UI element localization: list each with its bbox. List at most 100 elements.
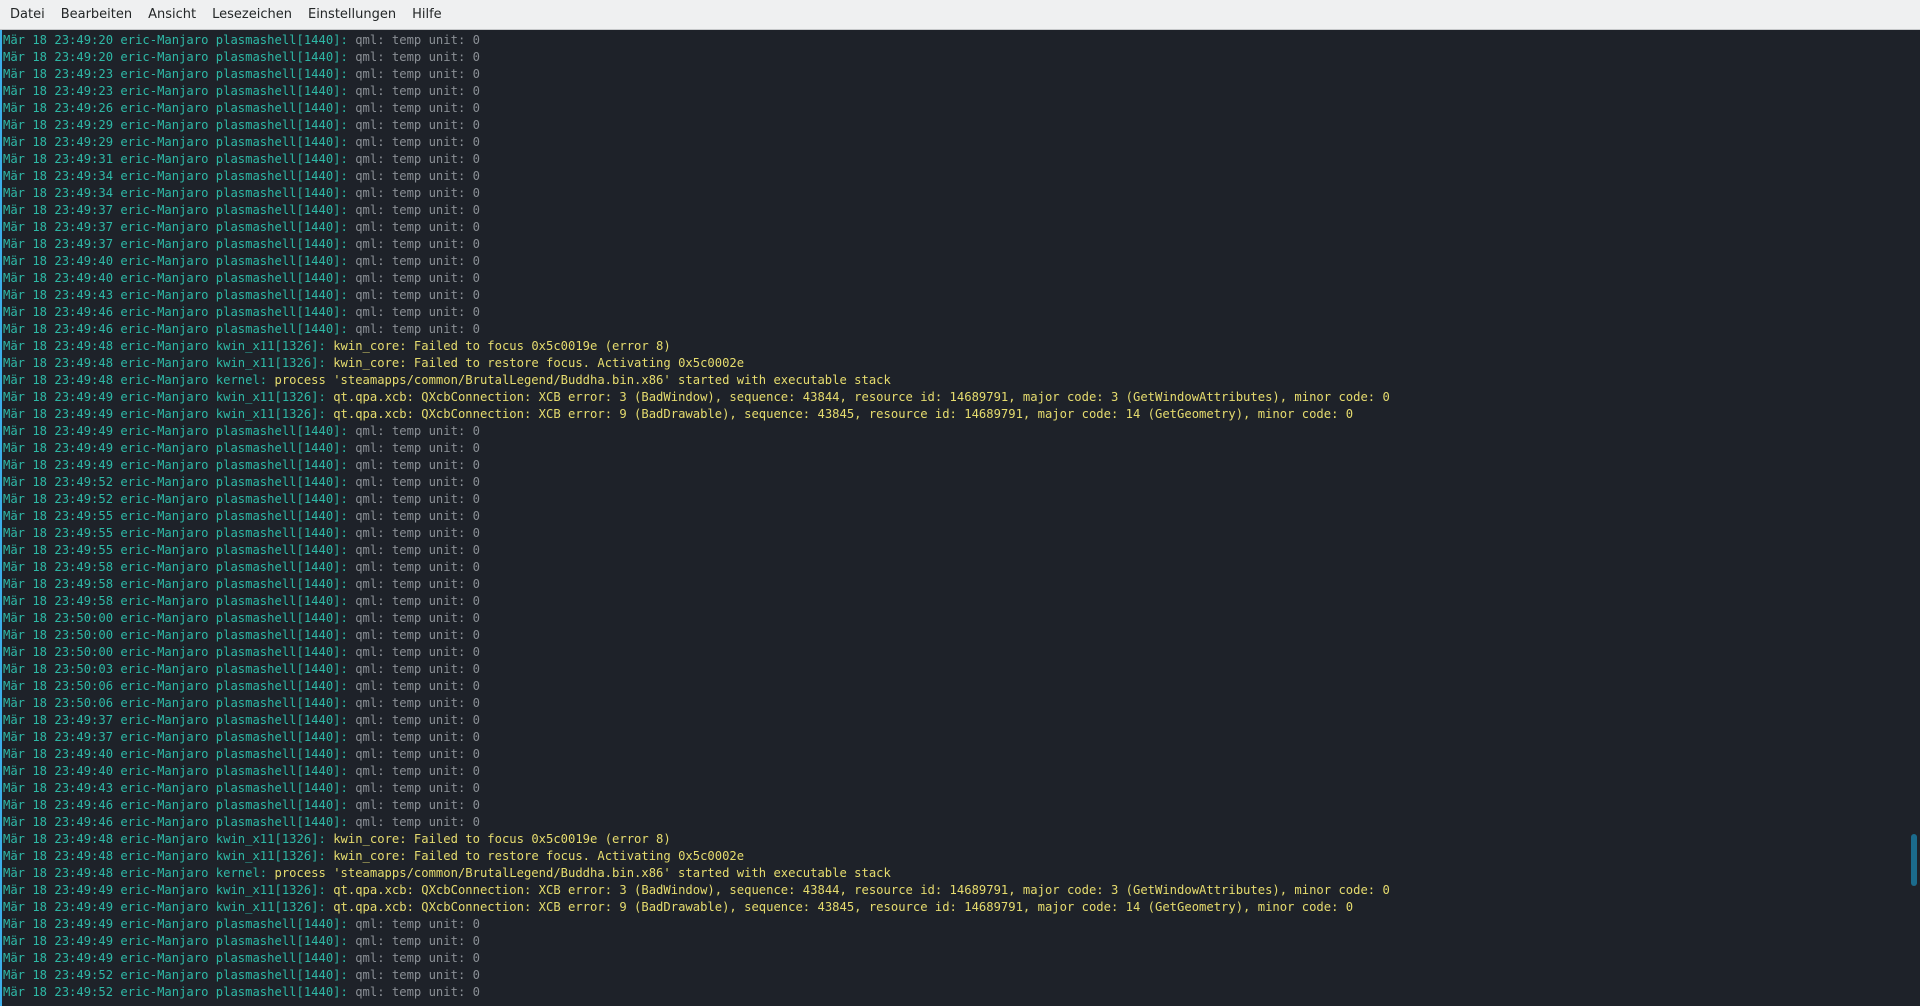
log-line-message: qml: temp unit: 0 (355, 458, 480, 472)
log-line-message: qml: temp unit: 0 (355, 577, 480, 591)
log-line-prefix: Mär 18 23:49:37 eric-Manjaro plasmashell… (3, 730, 348, 744)
log-line-message: qml: temp unit: 0 (355, 305, 480, 319)
log-line: Mär 18 23:49:34 eric-Manjaro plasmashell… (3, 168, 1390, 185)
log-line-message: kwin_core: Failed to restore focus. Acti… (333, 356, 745, 370)
log-line: Mär 18 23:49:52 eric-Manjaro plasmashell… (3, 967, 1390, 984)
log-line-prefix: Mär 18 23:49:49 eric-Manjaro kwin_x11[13… (3, 900, 326, 914)
log-line-message: qt.qpa.xcb: QXcbConnection: XCB error: 3… (333, 390, 1390, 404)
focus-indicator (0, 30, 2, 1006)
log-line-message: qt.qpa.xcb: QXcbConnection: XCB error: 9… (333, 900, 1354, 914)
log-line-message: qml: temp unit: 0 (355, 594, 480, 608)
log-line: Mär 18 23:49:20 eric-Manjaro plasmashell… (3, 49, 1390, 66)
log-line-prefix: Mär 18 23:49:31 eric-Manjaro plasmashell… (3, 152, 348, 166)
log-line-message: qml: temp unit: 0 (355, 271, 480, 285)
log-line-message: qml: temp unit: 0 (355, 33, 480, 47)
log-line: Mär 18 23:49:55 eric-Manjaro plasmashell… (3, 508, 1390, 525)
log-line-message: qml: temp unit: 0 (355, 203, 480, 217)
log-line-message: qml: temp unit: 0 (355, 186, 480, 200)
log-line-prefix: Mär 18 23:49:48 eric-Manjaro kernel: (3, 866, 268, 880)
log-line: Mär 18 23:49:49 eric-Manjaro plasmashell… (3, 423, 1390, 440)
log-line: Mär 18 23:49:29 eric-Manjaro plasmashell… (3, 134, 1390, 151)
log-line: Mär 18 23:49:23 eric-Manjaro plasmashell… (3, 66, 1390, 83)
log-line: Mär 18 23:49:49 eric-Manjaro plasmashell… (3, 933, 1390, 950)
log-line-message: kwin_core: Failed to restore focus. Acti… (333, 849, 745, 863)
log-line-prefix: Mär 18 23:49:23 eric-Manjaro plasmashell… (3, 84, 348, 98)
log-line-message: qml: temp unit: 0 (355, 985, 480, 999)
log-line: Mär 18 23:49:49 eric-Manjaro kwin_x11[13… (3, 389, 1390, 406)
log-line-prefix: Mär 18 23:50:03 eric-Manjaro plasmashell… (3, 662, 348, 676)
log-line-prefix: Mär 18 23:49:37 eric-Manjaro plasmashell… (3, 237, 348, 251)
log-line: Mär 18 23:49:37 eric-Manjaro plasmashell… (3, 729, 1390, 746)
menu-datei[interactable]: Datei (2, 0, 53, 30)
log-line-message: qml: temp unit: 0 (355, 611, 480, 625)
terminal-output[interactable]: Mär 18 23:49:20 eric-Manjaro plasmashell… (3, 32, 1390, 1001)
log-line: Mär 18 23:49:40 eric-Manjaro plasmashell… (3, 270, 1390, 287)
log-line: Mär 18 23:50:00 eric-Manjaro plasmashell… (3, 610, 1390, 627)
log-line-message: qml: temp unit: 0 (355, 424, 480, 438)
log-line-prefix: Mär 18 23:49:49 eric-Manjaro kwin_x11[13… (3, 390, 326, 404)
log-line: Mär 18 23:49:23 eric-Manjaro plasmashell… (3, 83, 1390, 100)
scrollbar[interactable] (1906, 30, 1920, 1006)
log-line: Mär 18 23:49:49 eric-Manjaro kwin_x11[13… (3, 406, 1390, 423)
menu-bearbeiten[interactable]: Bearbeiten (53, 0, 140, 30)
log-line: Mär 18 23:49:49 eric-Manjaro plasmashell… (3, 457, 1390, 474)
log-line-prefix: Mär 18 23:49:49 eric-Manjaro plasmashell… (3, 934, 348, 948)
log-line-prefix: Mär 18 23:49:43 eric-Manjaro plasmashell… (3, 288, 348, 302)
log-line: Mär 18 23:49:48 eric-Manjaro kwin_x11[13… (3, 848, 1390, 865)
log-line-message: qml: temp unit: 0 (355, 934, 480, 948)
scrollbar-thumb[interactable] (1911, 834, 1917, 886)
menu-hilfe[interactable]: Hilfe (404, 0, 450, 30)
log-line: Mär 18 23:49:34 eric-Manjaro plasmashell… (3, 185, 1390, 202)
log-line-message: qml: temp unit: 0 (355, 526, 480, 540)
log-line-message: qml: temp unit: 0 (355, 747, 480, 761)
log-line-message: qml: temp unit: 0 (355, 713, 480, 727)
log-line-message: qml: temp unit: 0 (355, 968, 480, 982)
log-line: Mär 18 23:49:58 eric-Manjaro plasmashell… (3, 576, 1390, 593)
log-line-prefix: Mär 18 23:49:48 eric-Manjaro kwin_x11[13… (3, 849, 326, 863)
log-line-message: qml: temp unit: 0 (355, 322, 480, 336)
log-line-message: process 'steamapps/common/BrutalLegend/B… (274, 373, 891, 387)
log-line-message: qml: temp unit: 0 (355, 917, 480, 931)
log-line-prefix: Mär 18 23:49:20 eric-Manjaro plasmashell… (3, 33, 348, 47)
log-line-prefix: Mär 18 23:49:37 eric-Manjaro plasmashell… (3, 203, 348, 217)
log-line-prefix: Mär 18 23:49:55 eric-Manjaro plasmashell… (3, 509, 348, 523)
log-line-message: qml: temp unit: 0 (355, 50, 480, 64)
log-line-prefix: Mär 18 23:49:43 eric-Manjaro plasmashell… (3, 781, 348, 795)
menu-ansicht[interactable]: Ansicht (140, 0, 204, 30)
log-line-prefix: Mär 18 23:49:40 eric-Manjaro plasmashell… (3, 271, 348, 285)
log-line-prefix: Mär 18 23:50:06 eric-Manjaro plasmashell… (3, 696, 348, 710)
log-line: Mär 18 23:49:48 eric-Manjaro kwin_x11[13… (3, 831, 1390, 848)
menu-lesezeichen[interactable]: Lesezeichen (204, 0, 300, 30)
log-line-prefix: Mär 18 23:49:46 eric-Manjaro plasmashell… (3, 305, 348, 319)
log-line: Mär 18 23:49:43 eric-Manjaro plasmashell… (3, 287, 1390, 304)
log-line-message: qml: temp unit: 0 (355, 152, 480, 166)
log-line-message: qml: temp unit: 0 (355, 696, 480, 710)
log-line-message: qml: temp unit: 0 (355, 543, 480, 557)
log-line-prefix: Mär 18 23:49:37 eric-Manjaro plasmashell… (3, 713, 348, 727)
log-line: Mär 18 23:49:40 eric-Manjaro plasmashell… (3, 253, 1390, 270)
log-line: Mär 18 23:49:40 eric-Manjaro plasmashell… (3, 763, 1390, 780)
log-line-prefix: Mär 18 23:49:40 eric-Manjaro plasmashell… (3, 747, 348, 761)
log-line-message: qml: temp unit: 0 (355, 169, 480, 183)
log-line-prefix: Mär 18 23:49:55 eric-Manjaro plasmashell… (3, 543, 348, 557)
log-line-message: qml: temp unit: 0 (355, 815, 480, 829)
log-line-message: qml: temp unit: 0 (355, 662, 480, 676)
log-line-prefix: Mär 18 23:49:49 eric-Manjaro plasmashell… (3, 458, 348, 472)
menu-einstellungen[interactable]: Einstellungen (300, 0, 404, 30)
log-line-message: qml: temp unit: 0 (355, 237, 480, 251)
log-line: Mär 18 23:49:58 eric-Manjaro plasmashell… (3, 593, 1390, 610)
log-line: Mär 18 23:49:52 eric-Manjaro plasmashell… (3, 474, 1390, 491)
log-line: Mär 18 23:49:49 eric-Manjaro kwin_x11[13… (3, 882, 1390, 899)
log-line-message: kwin_core: Failed to focus 0x5c0019e (er… (333, 832, 671, 846)
log-line-prefix: Mär 18 23:49:58 eric-Manjaro plasmashell… (3, 560, 348, 574)
log-line-prefix: Mär 18 23:49:29 eric-Manjaro plasmashell… (3, 118, 348, 132)
log-line: Mär 18 23:49:55 eric-Manjaro plasmashell… (3, 542, 1390, 559)
log-line-prefix: Mär 18 23:49:52 eric-Manjaro plasmashell… (3, 968, 348, 982)
log-line-message: qml: temp unit: 0 (355, 560, 480, 574)
menu-bar: Datei Bearbeiten Ansicht Lesezeichen Ein… (0, 0, 1920, 30)
log-line: Mär 18 23:49:58 eric-Manjaro plasmashell… (3, 559, 1390, 576)
terminal-view[interactable]: Mär 18 23:49:20 eric-Manjaro plasmashell… (0, 30, 1920, 1006)
log-line: Mär 18 23:49:52 eric-Manjaro plasmashell… (3, 491, 1390, 508)
log-line-prefix: Mär 18 23:49:49 eric-Manjaro kwin_x11[13… (3, 407, 326, 421)
log-line-message: qml: temp unit: 0 (355, 628, 480, 642)
